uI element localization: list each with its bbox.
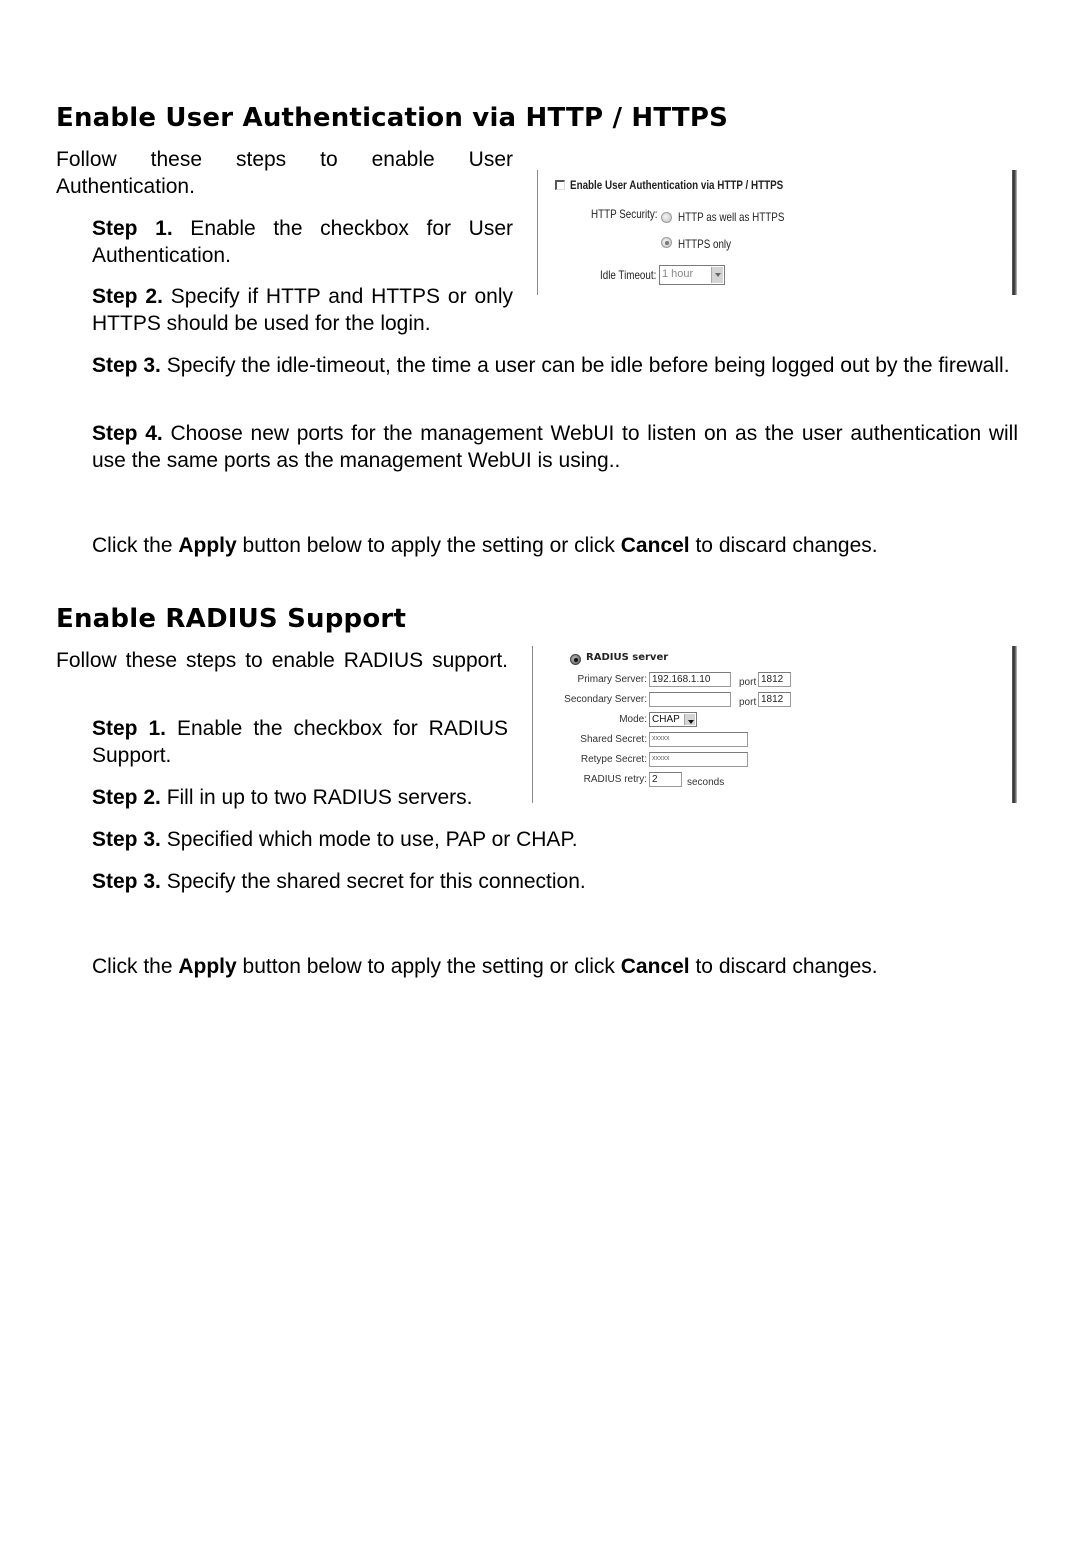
step-text: Fill in up to two RADIUS servers.	[160, 786, 473, 809]
step-label: Step 1.	[92, 217, 173, 240]
footer-text: to discard changes.	[689, 534, 878, 557]
step-text: Specified which mode to use, PAP or CHAP…	[160, 828, 578, 851]
apply-word: Apply	[178, 955, 237, 978]
step-label: Step 1.	[92, 717, 166, 740]
panel-right-border	[1012, 646, 1017, 803]
step-label: Step 3.	[92, 870, 161, 893]
cancel-word: Cancel	[620, 534, 690, 557]
step-3-radius-mode: Step 3. Specified which mode to use, PAP…	[92, 826, 1018, 853]
section-title-radius: Enable RADIUS Support	[56, 604, 407, 634]
footer-text: button below to apply the setting or cli…	[236, 534, 621, 557]
radio-https-only-label: HTTPS only	[678, 237, 732, 251]
shared-secret-label: Shared Secret:	[580, 734, 647, 745]
radius-retry-input[interactable]: 2	[649, 772, 682, 787]
footer-text: Click the	[92, 534, 179, 557]
primary-port-label: port	[739, 677, 757, 688]
step-label: Step 3.	[92, 828, 161, 851]
panel-left-border	[537, 170, 538, 295]
section-title-user-auth: Enable User Authentication via HTTP / HT…	[56, 103, 729, 133]
retype-secret-input[interactable]: xxxxx	[649, 752, 748, 767]
radius-server-label: RADIUS server	[586, 652, 669, 663]
step-label: Step 2.	[92, 285, 163, 308]
apply-word: Apply	[178, 534, 237, 557]
secondary-port-label: port	[739, 697, 757, 708]
shared-secret-input[interactable]: xxxxx	[649, 732, 748, 747]
primary-server-label: Primary Server:	[577, 674, 647, 685]
intro-user-auth: Follow these steps to enable User Authen…	[56, 146, 513, 200]
step-2-user-auth: Step 2. Specify if HTTP and HTTPS or onl…	[92, 283, 513, 337]
intro-radius: Follow these steps to enable RADIUS supp…	[56, 647, 508, 674]
retype-secret-label: Retype Secret:	[580, 754, 647, 765]
step-3-user-auth: Step 3. Specify the idle-timeout, the ti…	[92, 352, 1018, 379]
step-2-radius: Step 2. Fill in up to two RADIUS servers…	[92, 784, 532, 811]
chevron-down-icon[interactable]	[711, 267, 723, 283]
radius-server-radio[interactable]	[570, 654, 581, 665]
radio-http-and-https[interactable]	[661, 212, 672, 223]
secondary-server-input[interactable]	[649, 692, 731, 707]
apply-cancel-note-radius: Click the Apply button below to apply th…	[92, 953, 1018, 980]
step-label: Step 3.	[92, 354, 161, 377]
intro-text: Follow these steps to enable RADIUS supp…	[56, 649, 508, 672]
step-label: Step 2.	[92, 786, 161, 809]
radius-screenshot: RADIUS server Primary Server: 192.168.1.…	[532, 646, 1019, 803]
radio-http-and-https-label: HTTP as well as HTTPS	[678, 210, 785, 224]
step-text: Specify the shared secret for this conne…	[160, 870, 586, 893]
panel-left-border	[532, 646, 533, 803]
footer-text: to discard changes.	[689, 955, 878, 978]
footer-text: Click the	[92, 955, 179, 978]
idle-timeout-select[interactable]: 1 hour	[659, 265, 725, 285]
radius-retry-label: RADIUS retry:	[583, 774, 647, 785]
panel-right-border	[1012, 170, 1017, 295]
chevron-down-icon[interactable]	[684, 714, 695, 725]
secondary-port-input[interactable]: 1812	[758, 692, 791, 707]
footer-text: button below to apply the setting or cli…	[236, 955, 621, 978]
primary-port-input[interactable]: 1812	[758, 672, 791, 687]
step-1-radius: Step 1. Enable the checkbox for RADIUS S…	[92, 715, 508, 769]
enable-user-auth-label: Enable User Authentication via HTTP / HT…	[570, 178, 784, 192]
step-label: Step 4.	[92, 422, 163, 445]
secondary-server-label: Secondary Server:	[564, 694, 647, 705]
enable-user-auth-checkbox[interactable]	[555, 180, 565, 190]
mode-label: Mode:	[619, 714, 647, 725]
mode-select[interactable]: CHAP	[649, 712, 697, 727]
radius-retry-unit: seconds	[687, 777, 725, 788]
step-1-user-auth: Step 1. Enable the checkbox for User Aut…	[92, 215, 513, 269]
cancel-word: Cancel	[620, 955, 690, 978]
primary-server-input[interactable]: 192.168.1.10	[649, 672, 731, 687]
step-text: Specify the idle-timeout, the time a use…	[160, 354, 1010, 377]
step-text: Choose new ports for the management WebU…	[92, 422, 1019, 472]
idle-timeout-value: 1 hour	[662, 268, 694, 280]
user-auth-screenshot: Enable User Authentication via HTTP / HT…	[537, 170, 1019, 295]
step-4-user-auth: Step 4. Choose new ports for the managem…	[92, 420, 1018, 474]
mode-value: CHAP	[652, 714, 680, 725]
step-3-radius-secret: Step 3. Specify the shared secret for th…	[92, 868, 1018, 895]
apply-cancel-note-user-auth: Click the Apply button below to apply th…	[92, 532, 1018, 559]
intro-text: Follow these steps to enable User Authen…	[56, 148, 513, 198]
http-security-label: HTTP Security:	[591, 207, 658, 221]
radio-https-only[interactable]	[661, 237, 672, 248]
